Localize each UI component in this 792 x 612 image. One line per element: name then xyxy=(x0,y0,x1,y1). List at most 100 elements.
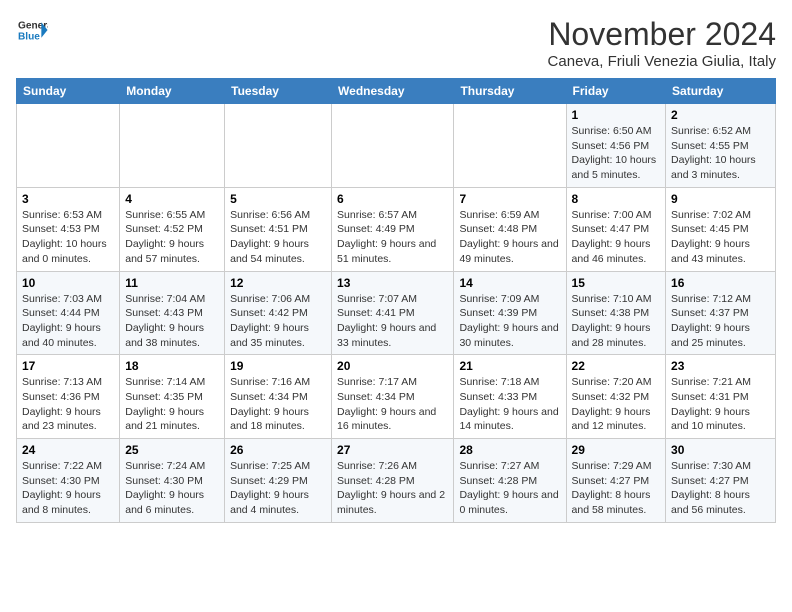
day-number: 13 xyxy=(337,276,448,290)
day-number: 20 xyxy=(337,359,448,373)
day-cell: 14 Sunrise: 7:09 AM Sunset: 4:39 PM Dayli… xyxy=(454,271,566,355)
day-number: 15 xyxy=(572,276,661,290)
calendar-subtitle: Caneva, Friuli Venezia Giulia, Italy xyxy=(548,53,776,70)
day-number: 2 xyxy=(671,108,770,122)
day-info: Sunrise: 6:55 AM Sunset: 4:52 PM Dayligh… xyxy=(125,208,219,267)
day-number: 7 xyxy=(459,192,560,206)
day-info: Sunrise: 7:06 AM Sunset: 4:42 PM Dayligh… xyxy=(230,292,326,351)
day-cell: 27 Sunrise: 7:26 AM Sunset: 4:28 PM Dayli… xyxy=(332,439,454,523)
day-info: Sunrise: 7:24 AM Sunset: 4:30 PM Dayligh… xyxy=(125,459,219,518)
day-info: Sunrise: 6:56 AM Sunset: 4:51 PM Dayligh… xyxy=(230,208,326,267)
day-number: 6 xyxy=(337,192,448,206)
weekday-header-sunday: Sunday xyxy=(17,79,120,104)
day-number: 10 xyxy=(22,276,114,290)
day-info: Sunrise: 7:21 AM Sunset: 4:31 PM Dayligh… xyxy=(671,375,770,434)
logo-icon: General Blue xyxy=(16,16,48,44)
day-number: 12 xyxy=(230,276,326,290)
day-number: 17 xyxy=(22,359,114,373)
calendar-table: SundayMondayTuesdayWednesdayThursdayFrid… xyxy=(16,78,776,523)
day-number: 4 xyxy=(125,192,219,206)
day-info: Sunrise: 7:30 AM Sunset: 4:27 PM Dayligh… xyxy=(671,459,770,518)
week-row-1: 1 Sunrise: 6:50 AM Sunset: 4:56 PM Daylig… xyxy=(17,104,776,188)
day-cell: 23 Sunrise: 7:21 AM Sunset: 4:31 PM Dayli… xyxy=(666,355,776,439)
weekday-header-monday: Monday xyxy=(120,79,225,104)
day-number: 5 xyxy=(230,192,326,206)
page-header: General Blue November 2024 Caneva, Friul… xyxy=(16,16,776,70)
day-cell: 16Sunrise: 7:12 AM Sunset: 4:37 PM Dayli… xyxy=(666,271,776,355)
day-cell: 2 Sunrise: 6:52 AM Sunset: 4:55 PM Daylig… xyxy=(666,104,776,188)
day-cell: 7 Sunrise: 6:59 AM Sunset: 4:48 PM Daylig… xyxy=(454,187,566,271)
day-info: Sunrise: 7:22 AM Sunset: 4:30 PM Dayligh… xyxy=(22,459,114,518)
day-cell: 26 Sunrise: 7:25 AM Sunset: 4:29 PM Dayli… xyxy=(225,439,332,523)
week-row-3: 10Sunrise: 7:03 AM Sunset: 4:44 PM Dayli… xyxy=(17,271,776,355)
day-cell: 3 Sunrise: 6:53 AM Sunset: 4:53 PM Daylig… xyxy=(17,187,120,271)
day-info: Sunrise: 7:02 AM Sunset: 4:45 PM Dayligh… xyxy=(671,208,770,267)
day-number: 14 xyxy=(459,276,560,290)
day-info: Sunrise: 7:18 AM Sunset: 4:33 PM Dayligh… xyxy=(459,375,560,434)
day-info: Sunrise: 7:17 AM Sunset: 4:34 PM Dayligh… xyxy=(337,375,448,434)
day-info: Sunrise: 6:53 AM Sunset: 4:53 PM Dayligh… xyxy=(22,208,114,267)
svg-text:Blue: Blue xyxy=(18,31,40,42)
day-info: Sunrise: 7:20 AM Sunset: 4:32 PM Dayligh… xyxy=(572,375,661,434)
day-number: 26 xyxy=(230,443,326,457)
day-info: Sunrise: 7:00 AM Sunset: 4:47 PM Dayligh… xyxy=(572,208,661,267)
weekday-header-saturday: Saturday xyxy=(666,79,776,104)
week-row-2: 3 Sunrise: 6:53 AM Sunset: 4:53 PM Daylig… xyxy=(17,187,776,271)
day-number: 24 xyxy=(22,443,114,457)
day-info: Sunrise: 7:13 AM Sunset: 4:36 PM Dayligh… xyxy=(22,375,114,434)
day-number: 1 xyxy=(572,108,661,122)
weekday-header-thursday: Thursday xyxy=(454,79,566,104)
day-info: Sunrise: 6:59 AM Sunset: 4:48 PM Dayligh… xyxy=(459,208,560,267)
day-cell: 21 Sunrise: 7:18 AM Sunset: 4:33 PM Dayli… xyxy=(454,355,566,439)
day-cell: 15 Sunrise: 7:10 AM Sunset: 4:38 PM Dayli… xyxy=(566,271,666,355)
day-cell xyxy=(454,104,566,188)
day-number: 29 xyxy=(572,443,661,457)
day-cell: 12 Sunrise: 7:06 AM Sunset: 4:42 PM Dayli… xyxy=(225,271,332,355)
day-number: 25 xyxy=(125,443,219,457)
day-cell: 22 Sunrise: 7:20 AM Sunset: 4:32 PM Dayli… xyxy=(566,355,666,439)
day-info: Sunrise: 6:52 AM Sunset: 4:55 PM Dayligh… xyxy=(671,124,770,183)
day-info: Sunrise: 6:50 AM Sunset: 4:56 PM Dayligh… xyxy=(572,124,661,183)
week-row-4: 17 Sunrise: 7:13 AM Sunset: 4:36 PM Dayli… xyxy=(17,355,776,439)
day-number: 8 xyxy=(572,192,661,206)
day-cell: 18 Sunrise: 7:14 AM Sunset: 4:35 PM Dayli… xyxy=(120,355,225,439)
logo: General Blue xyxy=(16,16,48,44)
day-cell: 4 Sunrise: 6:55 AM Sunset: 4:52 PM Daylig… xyxy=(120,187,225,271)
day-cell: 17 Sunrise: 7:13 AM Sunset: 4:36 PM Dayli… xyxy=(17,355,120,439)
day-cell xyxy=(17,104,120,188)
day-cell: 30Sunrise: 7:30 AM Sunset: 4:27 PM Dayli… xyxy=(666,439,776,523)
day-info: Sunrise: 7:04 AM Sunset: 4:43 PM Dayligh… xyxy=(125,292,219,351)
day-cell: 19Sunrise: 7:16 AM Sunset: 4:34 PM Dayli… xyxy=(225,355,332,439)
day-number: 19 xyxy=(230,359,326,373)
day-cell: 28 Sunrise: 7:27 AM Sunset: 4:28 PM Dayli… xyxy=(454,439,566,523)
day-info: Sunrise: 7:29 AM Sunset: 4:27 PM Dayligh… xyxy=(572,459,661,518)
day-number: 22 xyxy=(572,359,661,373)
day-cell: 6Sunrise: 6:57 AM Sunset: 4:49 PM Daylig… xyxy=(332,187,454,271)
day-number: 28 xyxy=(459,443,560,457)
day-cell: 29 Sunrise: 7:29 AM Sunset: 4:27 PM Dayli… xyxy=(566,439,666,523)
title-block: November 2024 Caneva, Friuli Venezia Giu… xyxy=(548,16,776,70)
day-cell: 9 Sunrise: 7:02 AM Sunset: 4:45 PM Daylig… xyxy=(666,187,776,271)
day-number: 21 xyxy=(459,359,560,373)
day-cell xyxy=(332,104,454,188)
day-number: 9 xyxy=(671,192,770,206)
day-info: Sunrise: 7:26 AM Sunset: 4:28 PM Dayligh… xyxy=(337,459,448,518)
day-number: 3 xyxy=(22,192,114,206)
day-number: 16 xyxy=(671,276,770,290)
day-info: Sunrise: 7:27 AM Sunset: 4:28 PM Dayligh… xyxy=(459,459,560,518)
weekday-header-wednesday: Wednesday xyxy=(332,79,454,104)
day-info: Sunrise: 7:10 AM Sunset: 4:38 PM Dayligh… xyxy=(572,292,661,351)
day-number: 23 xyxy=(671,359,770,373)
day-number: 27 xyxy=(337,443,448,457)
calendar-title: November 2024 xyxy=(548,16,776,53)
weekday-header-friday: Friday xyxy=(566,79,666,104)
day-info: Sunrise: 7:09 AM Sunset: 4:39 PM Dayligh… xyxy=(459,292,560,351)
day-info: Sunrise: 7:14 AM Sunset: 4:35 PM Dayligh… xyxy=(125,375,219,434)
day-cell: 20 Sunrise: 7:17 AM Sunset: 4:34 PM Dayli… xyxy=(332,355,454,439)
day-number: 18 xyxy=(125,359,219,373)
day-cell: 25 Sunrise: 7:24 AM Sunset: 4:30 PM Dayli… xyxy=(120,439,225,523)
day-cell: 13Sunrise: 7:07 AM Sunset: 4:41 PM Dayli… xyxy=(332,271,454,355)
day-info: Sunrise: 7:25 AM Sunset: 4:29 PM Dayligh… xyxy=(230,459,326,518)
day-cell xyxy=(225,104,332,188)
day-cell: 1 Sunrise: 6:50 AM Sunset: 4:56 PM Daylig… xyxy=(566,104,666,188)
